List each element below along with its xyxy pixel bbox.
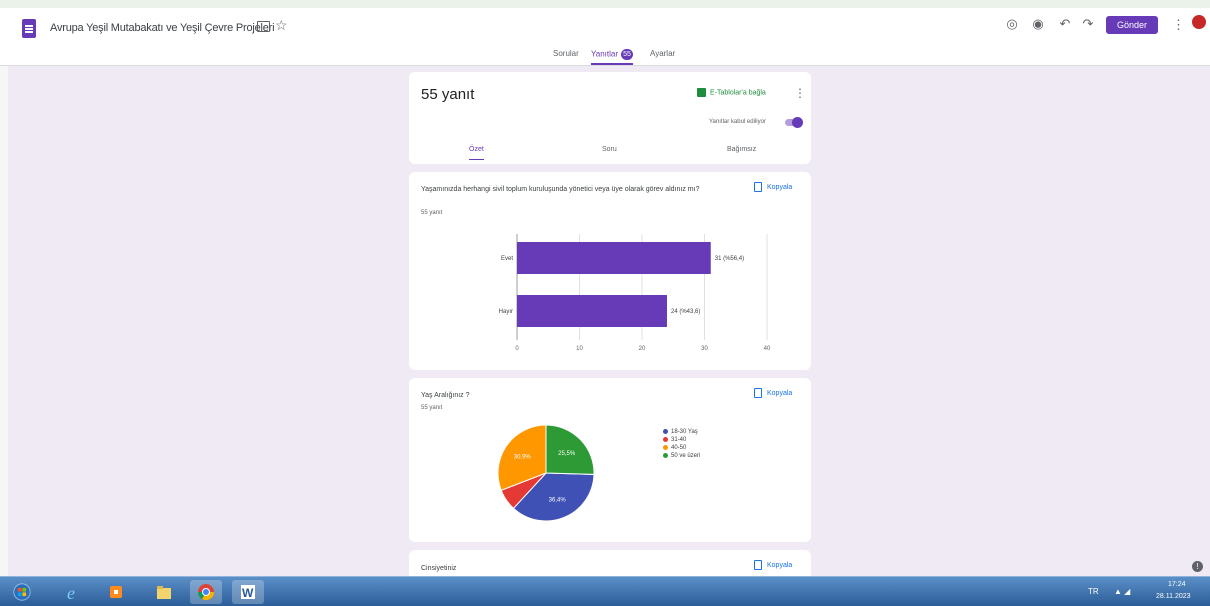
pie-legend: 18-30 Yaş 31-40 40-50 50 ve üzeri bbox=[663, 428, 700, 460]
svg-text:W: W bbox=[242, 586, 254, 600]
internet-explorer-icon: e bbox=[67, 583, 75, 601]
accepting-responses-label: Yanıtlar kabul ediliyor bbox=[709, 119, 766, 125]
bar-chart: 0 10 20 30 40 Evet 31 (%56,4) Hayır 24 (%43,6) bbox=[499, 234, 771, 352]
tab-questions[interactable]: Sorular bbox=[553, 49, 579, 58]
clock-date[interactable]: 28.11.2023 bbox=[1156, 593, 1191, 600]
subtab-question[interactable]: Soru bbox=[602, 146, 617, 153]
tray-icons[interactable]: ▲ ◢ bbox=[1114, 587, 1130, 596]
tab-settings-label: Ayarlar bbox=[650, 49, 676, 58]
folder-explorer-icon bbox=[157, 586, 171, 599]
data-label: 24 (%43,6) bbox=[671, 309, 700, 315]
word-taskbar-button[interactable]: W bbox=[232, 580, 264, 604]
bar bbox=[517, 295, 667, 327]
bar bbox=[517, 242, 711, 274]
pie-chart: 36,4% 30,9% 25,5% bbox=[497, 424, 595, 522]
legend-label: 31-40 bbox=[671, 437, 687, 443]
svg-text:e: e bbox=[67, 583, 75, 601]
responses-count: 55 yanıt bbox=[421, 86, 475, 103]
sheets-icon bbox=[697, 88, 706, 97]
form-title[interactable]: Avrupa Yeşil Mutabakatı ve Yeşil Çevre P… bbox=[50, 22, 275, 34]
media-player-icon bbox=[110, 586, 122, 598]
responses-badge: 55 bbox=[620, 49, 633, 60]
form-tabs: Sorular Yanıtlar 55 Ayarlar bbox=[0, 49, 1210, 65]
forms-icon[interactable] bbox=[22, 19, 36, 38]
tab-questions-label: Sorular bbox=[553, 49, 579, 58]
accepting-toggle[interactable] bbox=[785, 117, 803, 128]
app-header: Avrupa Yeşil Mutabakatı ve Yeşil Çevre P… bbox=[0, 0, 1210, 66]
legend-dot bbox=[663, 452, 668, 458]
undo-icon[interactable]: ↶ bbox=[1057, 16, 1073, 32]
star-icon[interactable]: ☆ bbox=[275, 17, 288, 34]
legend-dot bbox=[663, 428, 668, 434]
clock-time[interactable]: 17:24 bbox=[1168, 581, 1186, 588]
media-player-taskbar-button[interactable] bbox=[100, 580, 132, 604]
slice-label: 30,9% bbox=[514, 455, 532, 461]
redo-icon[interactable]: ↷ bbox=[1080, 16, 1096, 32]
help-icon[interactable]: ! bbox=[1192, 561, 1203, 572]
slice-label: 25,5% bbox=[558, 451, 576, 457]
data-label: 31 (%56,4) bbox=[715, 256, 744, 262]
link-sheets-label: E-Tablolar'a bağla bbox=[710, 89, 766, 97]
explorer-taskbar-button[interactable] bbox=[148, 580, 180, 604]
legend-dot bbox=[663, 444, 668, 450]
taskbar: e W TR ▲ ◢ 17:24 28.11.2023 bbox=[0, 576, 1210, 606]
legend-item: 31-40 bbox=[663, 436, 700, 444]
category-label: Evet bbox=[501, 256, 513, 262]
legend-item: 18-30 Yaş bbox=[663, 428, 700, 436]
tab-responses-label: Yanıtlar bbox=[591, 49, 618, 59]
question-card-age: Yaş Aralığınız ? 55 yanıt Kopyala 36,4% 3… bbox=[409, 378, 811, 542]
more-vert-icon[interactable]: ⋮ bbox=[794, 86, 806, 100]
subtab-individual[interactable]: Bağımsız bbox=[727, 146, 756, 153]
summary-card: 55 yanıt E-Tablolar'a bağla ⋮ Yanıtlar k… bbox=[409, 72, 811, 164]
x-tick-label: 20 bbox=[639, 346, 646, 352]
legend-item: 50 ve üzeri bbox=[663, 452, 700, 460]
legend-dot bbox=[663, 436, 668, 442]
browser-strip bbox=[0, 0, 1210, 8]
chrome-taskbar-button[interactable] bbox=[190, 580, 222, 604]
more-vert-icon[interactable]: ⋮ bbox=[1172, 17, 1185, 33]
x-tick-label: 10 bbox=[576, 346, 583, 352]
link-sheets-button[interactable]: E-Tablolar'a bağla bbox=[697, 88, 766, 97]
copy-chart-button[interactable]: Kopyala bbox=[754, 560, 792, 570]
ie-taskbar-button[interactable]: e bbox=[58, 580, 90, 604]
category-label: Hayır bbox=[499, 309, 513, 315]
windows-logo-icon bbox=[13, 583, 31, 601]
subtab-summary[interactable]: Özet bbox=[469, 146, 484, 160]
legend-label: 50 ve üzeri bbox=[671, 453, 701, 459]
language-indicator[interactable]: TR bbox=[1088, 587, 1099, 596]
pie-slice bbox=[545, 424, 595, 475]
x-tick-label: 0 bbox=[515, 346, 519, 352]
chrome-icon bbox=[197, 584, 215, 601]
legend-label: 40-50 bbox=[671, 445, 687, 451]
preview-icon[interactable]: ◉ bbox=[1030, 16, 1046, 32]
x-tick-label: 30 bbox=[701, 346, 708, 352]
tab-responses[interactable]: Yanıtlar 55 bbox=[591, 49, 633, 65]
start-button[interactable] bbox=[6, 580, 46, 604]
palette-icon[interactable]: ◎ bbox=[1004, 16, 1020, 32]
slice-label: 36,4% bbox=[549, 498, 567, 504]
question-card-ngo: Yaşamınızda herhangi sivil toplum kurulu… bbox=[409, 172, 811, 370]
copy-icon bbox=[754, 560, 762, 570]
legend-item: 40-50 bbox=[663, 444, 700, 452]
x-tick-label: 40 bbox=[764, 346, 771, 352]
copy-label: Kopyala bbox=[767, 561, 793, 569]
send-button[interactable]: Gönder bbox=[1106, 16, 1158, 34]
folder-icon[interactable] bbox=[257, 21, 270, 32]
avatar[interactable] bbox=[1192, 15, 1206, 29]
question-title: Cinsiyetiniz bbox=[421, 565, 457, 572]
left-stripe bbox=[0, 66, 8, 576]
tab-settings[interactable]: Ayarlar bbox=[650, 49, 675, 58]
legend-label: 18-30 Yaş bbox=[671, 429, 698, 435]
word-icon: W bbox=[241, 585, 255, 600]
